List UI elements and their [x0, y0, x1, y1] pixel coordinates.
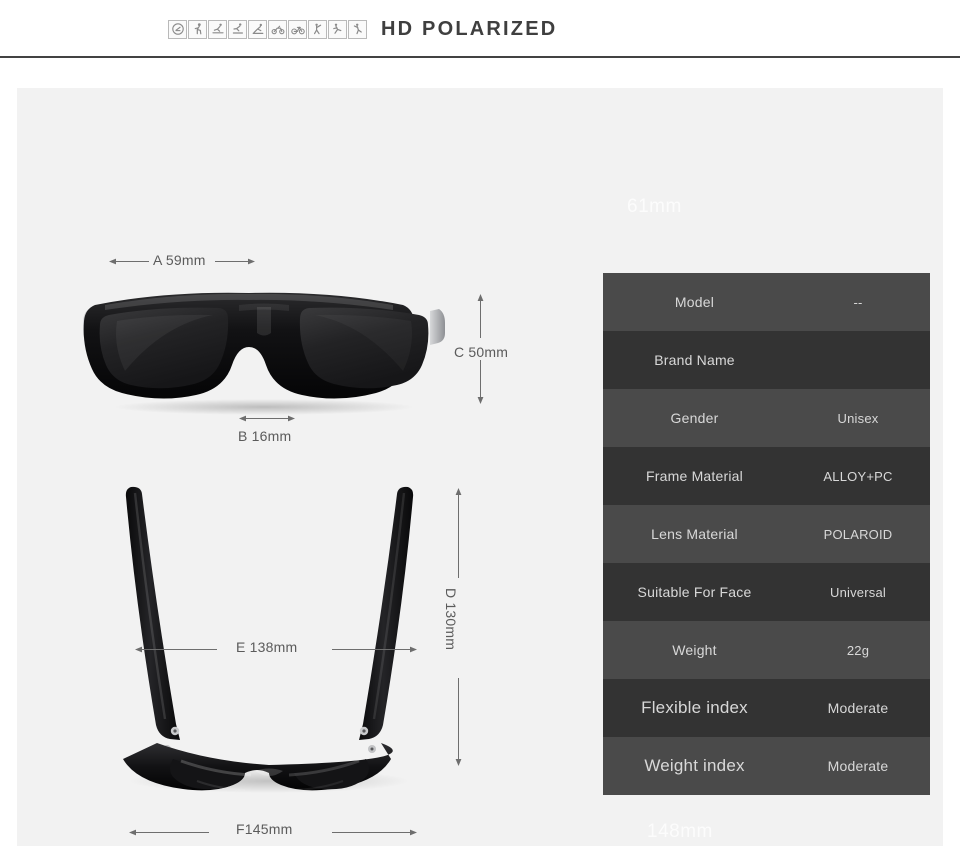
table-row: Flexible index Moderate: [603, 679, 930, 737]
sunglasses-front-view-image: [79, 281, 449, 416]
dimension-arrow-f-right: [332, 829, 417, 836]
skiing-icon: [208, 19, 227, 39]
climbing-icon: [248, 19, 267, 39]
dimension-label-c: C 50mm: [454, 344, 509, 360]
spec-value: Unisex: [837, 410, 879, 426]
spec-value: Moderate: [827, 758, 889, 774]
spec-value: Moderate: [827, 700, 889, 716]
header-divider: [0, 56, 960, 58]
tennis-icon: [348, 19, 367, 39]
spec-key: Gender: [670, 410, 719, 426]
dimension-arrow-d-top: [455, 488, 462, 578]
dimension-label-f: F145mm: [236, 821, 293, 837]
page-title: HD POLARIZED: [381, 18, 558, 40]
spec-key: Brand Name: [654, 352, 735, 368]
dimension-arrow-c-top: [477, 294, 484, 338]
soccer-icon: [328, 19, 347, 39]
watermark-total-width: 148mm: [647, 821, 713, 842]
fishing-icon: [308, 19, 327, 39]
sport-icon-row: [168, 19, 367, 39]
spec-value: Universal: [830, 584, 886, 600]
dimension-arrow-d-bottom: [455, 678, 462, 766]
spec-value: POLAROID: [823, 526, 893, 542]
table-row: Suitable For Face Universal: [603, 563, 930, 621]
spec-key: Weight index: [644, 756, 745, 775]
header-content: HD POLARIZED: [168, 19, 557, 39]
dimension-label-a: A 59mm: [153, 252, 206, 268]
table-row: Lens Material POLAROID: [603, 505, 930, 563]
dimension-label-d: D 130mm: [443, 588, 459, 651]
golf-icon: [168, 19, 187, 39]
spec-key: Frame Material: [646, 468, 743, 484]
spec-value: 22g: [846, 642, 870, 658]
skateboarding-icon: [228, 19, 247, 39]
dimension-label-b: B 16mm: [238, 428, 292, 444]
dimension-arrow-e-right: [332, 646, 417, 653]
dimension-arrow-c-bottom: [477, 360, 484, 404]
spec-value: --: [853, 294, 863, 310]
dimension-arrow-f-left: [129, 829, 209, 836]
table-row: Brand Name: [603, 331, 930, 389]
table-row: Frame Material ALLOY+PC: [603, 447, 930, 505]
table-row: Model --: [603, 273, 930, 331]
running-icon: [188, 19, 207, 39]
spec-key: Model: [674, 294, 715, 310]
table-row: Gender Unisex: [603, 389, 930, 447]
page-header: HD POLARIZED: [0, 0, 960, 57]
table-row: Weight 22g: [603, 621, 930, 679]
dimension-arrow-a-right: [215, 258, 255, 265]
watermark-lens-width: 61mm: [627, 196, 682, 217]
motorcycling-icon: [268, 19, 287, 39]
dimension-arrow-a-left: [109, 258, 149, 265]
table-row: Weight index Moderate: [603, 737, 930, 795]
spec-key: Lens Material: [651, 526, 738, 542]
cycling-icon: [288, 19, 307, 39]
spec-key: Flexible index: [641, 698, 748, 717]
product-spec-panel: 61mm 148mm A 59mm B 16mm C 50mm D 130mm …: [17, 88, 943, 846]
dimension-label-e: E 138mm: [236, 639, 298, 655]
spec-key: Weight: [672, 642, 717, 658]
dimension-arrow-e-left: [135, 646, 217, 653]
dimension-arrow-b: [239, 415, 295, 422]
spec-value: ALLOY+PC: [823, 468, 893, 484]
specification-table: Model -- Brand Name Gender Unisex Frame …: [603, 273, 930, 795]
spec-key: Suitable For Face: [637, 584, 752, 600]
